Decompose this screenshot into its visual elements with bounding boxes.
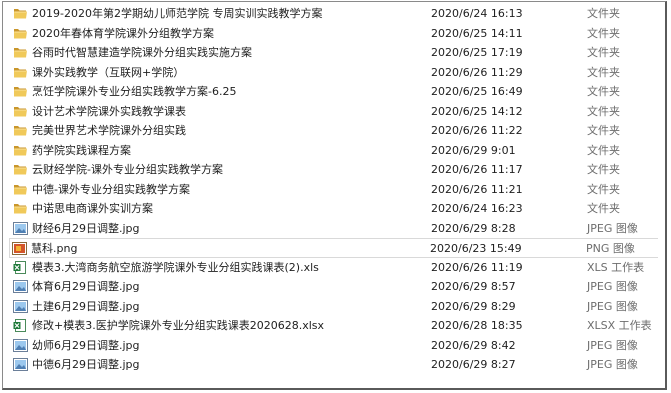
folder-icon [13,163,28,176]
file-modified-date: 2020/6/25 14:12 [431,104,523,118]
file-row[interactable]: 谷雨时代智慧建造学院课外分组实践实施方案 2020/6/25 17:19 文件夹 [11,43,659,63]
file-type: 文件夹 [587,202,620,215]
file-row[interactable]: 慧科.png 2020/6/23 15:49 PNG 图像 [9,238,661,258]
folder-icon [13,144,28,157]
png-image-icon [12,242,27,255]
file-type: 文件夹 [587,124,620,137]
file-name: 谷雨时代智慧建造学院课外分组实践实施方案 [32,46,252,59]
file-row[interactable]: 修改+模表3.医护学院课外专业分组实践课表2020628.xlsx 2020/6/… [11,316,659,336]
file-modified-date: 2020/6/25 16:49 [431,85,523,98]
file-type: 文件夹 [587,182,620,196]
file-row[interactable]: 模表3.大湾商务航空旅游学院课外专业分组实践课表(2).xls 2020/6/26… [11,258,659,278]
xlsx-file-icon [13,319,28,332]
jpeg-image-icon [13,338,28,352]
file-name: 2019-2020年第2学期幼儿师范学院 专周实训实践教学方案 [32,7,323,20]
file-type: JPEG 图像 [587,280,638,293]
file-modified-date: 2020/6/25 17:19 [431,46,523,59]
folder-icon [13,105,28,118]
file-modified-date: 2020/6/26 11:17 [431,163,523,176]
file-list-window: 2019-2020年第2学期幼儿师范学院 专周实训实践教学方案 2020/6/24… [2,1,667,390]
file-name: 中德-课外专业分组实践教学方案 [32,182,190,196]
file-type: 文件夹 [587,65,620,79]
file-modified-date: 2020/6/26 11:29 [431,65,523,79]
file-type: PNG 图像 [586,242,635,255]
file-row[interactable]: 中诺思电商课外实训方案 2020/6/24 16:23 文件夹 [11,199,659,219]
file-modified-date: 2020/6/29 8:57 [431,280,516,293]
file-modified-date: 2020/6/29 8:42 [431,338,516,352]
file-row[interactable]: 药学院实践课程方案 2020/6/29 9:01 文件夹 [11,141,659,161]
file-row[interactable]: 设计艺术学院课外实践教学课表 2020/6/25 14:12 文件夹 [11,102,659,122]
folder-icon [13,202,28,215]
file-type: 文件夹 [587,163,620,176]
file-type: JPEG 图像 [587,358,638,371]
file-row[interactable]: 完美世界艺术学院课外分组实践 2020/6/26 11:22 文件夹 [11,121,659,141]
folder-icon [13,46,28,59]
file-name: 完美世界艺术学院课外分组实践 [32,124,186,137]
file-name: 慧科.png [31,242,78,255]
file-modified-date: 2020/6/29 8:27 [431,358,516,371]
jpeg-image-icon [13,358,28,371]
file-name: 药学院实践课程方案 [32,143,131,157]
file-type: XLSX 工作表 [587,319,652,332]
scrollbar[interactable] [658,3,664,387]
file-row[interactable]: 2019-2020年第2学期幼儿师范学院 专周实训实践教学方案 2020/6/24… [11,4,659,24]
file-type: JPEG 图像 [587,338,638,352]
file-name: 2020年春体育学院课外分组教学方案 [32,26,214,40]
file-type: 文件夹 [587,143,620,157]
file-row[interactable]: 中德-课外专业分组实践教学方案 2020/6/26 11:21 文件夹 [11,180,659,200]
file-modified-date: 2020/6/29 8:29 [431,299,516,313]
file-name: 中诺思电商课外实训方案 [32,202,153,215]
folder-icon [13,85,28,98]
file-type: 文件夹 [587,7,620,20]
file-modified-date: 2020/6/23 15:49 [430,242,522,255]
file-row[interactable]: 幼师6月29日调整.jpg 2020/6/29 8:42 JPEG 图像 [11,336,659,356]
folder-icon [13,27,28,40]
folder-icon [13,183,28,196]
file-name: 体育6月29日调整.jpg [32,280,140,293]
file-modified-date: 2020/6/24 16:23 [431,202,523,215]
file-modified-date: 2020/6/24 16:13 [431,7,523,20]
file-name: 财经6月29日调整.jpg [32,221,140,235]
file-row[interactable]: 财经6月29日调整.jpg 2020/6/29 8:28 JPEG 图像 [11,219,659,239]
file-modified-date: 2020/6/25 14:11 [431,26,523,40]
jpeg-image-icon [13,299,28,313]
file-row[interactable]: 体育6月29日调整.jpg 2020/6/29 8:57 JPEG 图像 [11,277,659,297]
file-name: 云财经学院-课外专业分组实践教学方案 [32,163,223,176]
file-row[interactable]: 2020年春体育学院课外分组教学方案 2020/6/25 14:11 文件夹 [11,24,659,44]
file-row[interactable]: 云财经学院-课外专业分组实践教学方案 2020/6/26 11:17 文件夹 [11,160,659,180]
file-modified-date: 2020/6/26 11:21 [431,182,523,196]
file-type: JPEG 图像 [587,221,638,235]
file-modified-date: 2020/6/26 11:19 [431,260,523,274]
file-type: 文件夹 [587,104,620,118]
file-type: XLS 工作表 [587,260,645,274]
file-row[interactable]: 中德6月29日调整.jpg 2020/6/29 8:27 JPEG 图像 [11,355,659,375]
file-name: 土建6月29日调整.jpg [32,299,140,313]
file-row[interactable]: 土建6月29日调整.jpg 2020/6/29 8:29 JPEG 图像 [11,297,659,317]
file-modified-date: 2020/6/29 8:28 [431,221,516,235]
file-list: 2019-2020年第2学期幼儿师范学院 专周实训实践教学方案 2020/6/24… [9,4,661,375]
file-name: 中德6月29日调整.jpg [32,358,140,371]
file-name: 课外实践教学（互联网+学院） [32,65,185,79]
file-type: 文件夹 [587,85,620,98]
file-name: 模表3.大湾商务航空旅游学院课外专业分组实践课表(2).xls [32,260,319,274]
file-name: 烹饪学院课外专业分组实践教学方案-6.25 [32,85,237,98]
xls-file-icon [13,260,28,274]
folder-icon [13,7,28,20]
file-modified-date: 2020/6/28 18:35 [431,319,523,332]
folder-icon [13,66,28,79]
folder-icon [13,124,28,137]
jpeg-image-icon [13,280,28,293]
file-name: 幼师6月29日调整.jpg [32,338,140,352]
file-name: 设计艺术学院课外实践教学课表 [32,104,186,118]
file-row[interactable]: 课外实践教学（互联网+学院） 2020/6/26 11:29 文件夹 [11,63,659,83]
file-type: 文件夹 [587,26,620,40]
file-modified-date: 2020/6/29 9:01 [431,143,516,157]
file-type: 文件夹 [587,46,620,59]
file-name: 修改+模表3.医护学院课外专业分组实践课表2020628.xlsx [32,319,325,332]
file-row[interactable]: 烹饪学院课外专业分组实践教学方案-6.25 2020/6/25 16:49 文件夹 [11,82,659,102]
file-modified-date: 2020/6/26 11:22 [431,124,523,137]
file-type: JPEG 图像 [587,299,638,313]
jpeg-image-icon [13,221,28,235]
